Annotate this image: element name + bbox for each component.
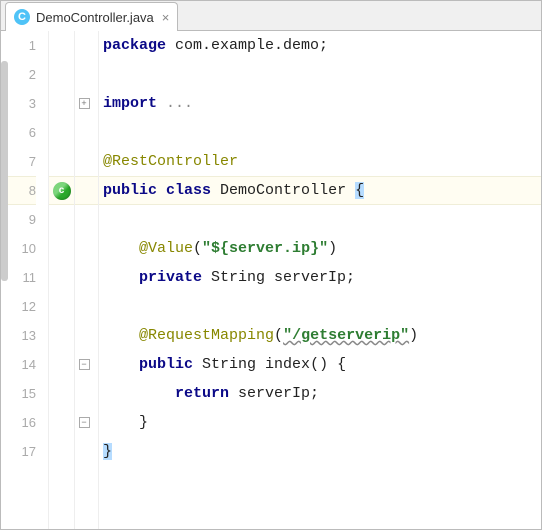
code-line: @Value("${server.ip}") xyxy=(99,240,337,257)
fold-collapse-icon[interactable]: − xyxy=(79,359,90,370)
vertical-scrollbar[interactable] xyxy=(1,61,8,281)
fold-collapse-icon[interactable]: − xyxy=(79,417,90,428)
line-number-gutter: 1 2 3 6 7 8 9 10 11 12 13 14 15 16 17 xyxy=(1,31,49,529)
spring-bean-icon[interactable]: c xyxy=(53,182,71,200)
code-line: package com.example.demo; xyxy=(99,37,328,54)
code-line: } xyxy=(99,414,148,431)
line-number: 16 xyxy=(1,408,36,437)
code-editor[interactable]: 1 2 3 6 7 8 9 10 11 12 13 14 15 16 17 c … xyxy=(1,31,541,529)
line-number: 17 xyxy=(1,437,36,466)
code-line: public String index() { xyxy=(99,356,346,373)
code-line: } xyxy=(99,443,112,460)
line-number: 12 xyxy=(1,292,36,321)
line-number: 15 xyxy=(1,379,36,408)
gutter-markers: c xyxy=(49,31,75,529)
line-number: 13 xyxy=(1,321,36,350)
close-icon[interactable]: × xyxy=(162,10,170,25)
line-number: 1 xyxy=(1,31,36,60)
fold-expand-icon[interactable]: + xyxy=(79,98,90,109)
line-number: 14 xyxy=(1,350,36,379)
file-tab[interactable]: C DemoController.java × xyxy=(5,2,178,31)
code-line: return serverIp; xyxy=(99,385,319,402)
tab-bar: C DemoController.java × xyxy=(1,1,541,31)
code-line: @RequestMapping("/getserverip") xyxy=(99,327,418,344)
java-class-icon: C xyxy=(14,9,30,25)
code-line: @RestController xyxy=(99,153,238,170)
code-area[interactable]: package com.example.demo; import ... @Re… xyxy=(99,31,541,529)
code-line: private String serverIp; xyxy=(99,269,355,286)
fold-gutter: + − − xyxy=(75,31,93,529)
code-line: public class DemoController { xyxy=(99,182,364,199)
tab-title: DemoController.java xyxy=(36,10,154,25)
code-line: import ... xyxy=(99,95,193,112)
